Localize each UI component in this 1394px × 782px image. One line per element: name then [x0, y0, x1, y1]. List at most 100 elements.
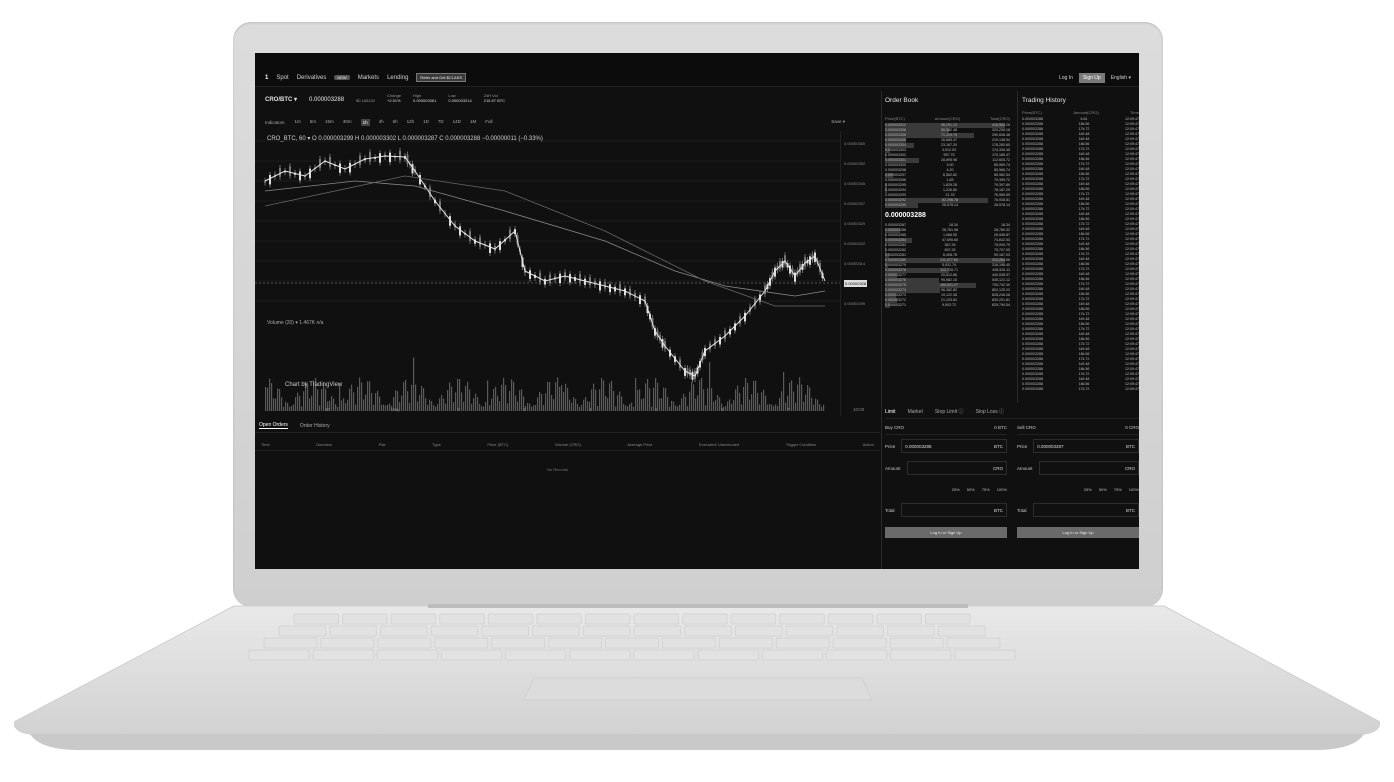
buy-pct-25[interactable]: 25%: [952, 487, 960, 492]
volume-bar: [753, 380, 755, 411]
candle: [309, 168, 311, 179]
keyboard-key: [377, 637, 432, 649]
volume-bar: [411, 384, 413, 411]
tab-order-history[interactable]: Order History: [300, 423, 330, 429]
price-chart[interactable]: Volume (20) ▾ 1.467K n/a Chart by Trading…: [255, 131, 880, 416]
tab-market[interactable]: Market: [908, 409, 923, 415]
sell-pct-25[interactable]: 25%: [1084, 487, 1092, 492]
buy-pct-75[interactable]: 75%: [982, 487, 990, 492]
ob-col-price: Price(BTC): [885, 116, 905, 121]
buy-amount-input[interactable]: CRO: [906, 461, 1007, 475]
volume-bar: [615, 406, 617, 411]
orders-table-header: Time Direction Pair Type Price (BTC) Volume (…: [255, 439, 880, 451]
interval-7D[interactable]: 7D: [438, 119, 444, 126]
candle: [544, 278, 546, 285]
volume-bar: [733, 400, 735, 411]
buy-pct-100[interactable]: 100%: [997, 487, 1007, 492]
order-book-row[interactable]: 0.000003290 26,578.14 26,578.14: [885, 203, 1010, 208]
promo-button[interactable]: Refer and Get $CLASS: [416, 73, 466, 82]
trade-type-tabs: Limit Market Stop Limit ⓘ Stop Loss ⓘ: [885, 405, 1139, 419]
volume-bar: [703, 389, 705, 411]
logo[interactable]: 1: [265, 75, 268, 81]
history-cell: 12:09:47: [1124, 387, 1139, 391]
volume-bar: [467, 381, 469, 411]
volume-bar: [715, 400, 717, 411]
interval-1h[interactable]: 1h: [360, 118, 370, 126]
interval-30m[interactable]: 30m: [343, 119, 352, 126]
nav-lending[interactable]: Lending: [387, 75, 408, 81]
volume-bar: [271, 383, 273, 411]
interval-12h[interactable]: 12h: [407, 119, 415, 126]
interval-5m[interactable]: 5m: [310, 119, 316, 126]
buy-total-input[interactable]: BTC: [900, 503, 1007, 517]
volume-bar: [609, 383, 611, 411]
volume-bar: [297, 392, 299, 411]
candle: [804, 257, 806, 267]
ob-cell: 0.000003271: [885, 303, 906, 307]
volume-bar: [499, 401, 501, 411]
buy-login-button[interactable]: Log In or Sign Up: [885, 527, 1007, 538]
buy-price-input[interactable]: 0.000003288 BTC: [901, 439, 1007, 453]
interval-4h[interactable]: 4h: [379, 119, 384, 126]
keyboard-key: [532, 625, 580, 637]
order-book-row[interactable]: 0.000003271 9,503.72 829,794.54: [885, 303, 1010, 308]
price-tick: 0.00000360: [844, 141, 866, 146]
sell-pct-50[interactable]: 50%: [1099, 487, 1107, 492]
volume-bar: [427, 404, 429, 411]
volume-bar: [409, 402, 411, 411]
nav-derivatives[interactable]: Derivatives: [297, 75, 327, 81]
interval-15m[interactable]: 15m: [325, 119, 334, 126]
pair-select[interactable]: CRO/BTC ▾: [265, 96, 297, 103]
volume-bar: [743, 386, 745, 411]
interval-1m[interactable]: 1m: [295, 119, 301, 126]
volume-bar: [709, 362, 711, 411]
volume-bar: [603, 380, 605, 411]
nav-spot[interactable]: Spot: [276, 75, 288, 81]
interval-Full[interactable]: Full: [485, 119, 492, 126]
candle: [569, 274, 571, 283]
sell-amount-input[interactable]: CRO: [1038, 461, 1139, 475]
order-book-last-price: 0.000003288: [885, 212, 926, 219]
indicators-button[interactable]: Indicators: [265, 120, 285, 125]
volume-bar: [669, 406, 671, 411]
tab-open-orders[interactable]: Open Orders: [259, 422, 288, 429]
volume-bar: [607, 397, 609, 411]
keyboard-key: [633, 625, 682, 637]
volume-bar: [349, 388, 351, 411]
volume-bar: [643, 398, 645, 411]
candle: [784, 255, 786, 265]
volume-bar: [485, 402, 487, 411]
interval-14D[interactable]: 14D: [453, 119, 461, 126]
interval-6h[interactable]: 6h: [393, 119, 398, 126]
sell-price-input[interactable]: 0.000003287 BTC: [1033, 439, 1139, 453]
volume-bar: [677, 406, 679, 411]
tab-stop-limit[interactable]: Stop Limit ⓘ: [935, 408, 964, 415]
language-select[interactable]: English ▾: [1111, 75, 1131, 81]
interval-1M[interactable]: 1M: [470, 119, 476, 126]
interval-1D[interactable]: 1D: [423, 119, 429, 126]
tab-limit[interactable]: Limit: [885, 409, 896, 415]
tab-stop-loss[interactable]: Stop Loss ⓘ: [975, 408, 1004, 415]
save-button[interactable]: Save ▾: [831, 119, 845, 125]
volume-bar: [387, 404, 389, 411]
signup-button[interactable]: Sign Up: [1078, 73, 1105, 83]
keyboard-key: [263, 637, 318, 649]
login-link[interactable]: Log In: [1059, 75, 1073, 81]
sell-login-button[interactable]: Log In or Sign Up: [1017, 527, 1139, 538]
keyboard-key: [390, 613, 437, 625]
buy-pct-50[interactable]: 50%: [967, 487, 975, 492]
ticker-bar: CRO/BTC ▾ 0.000003288 $0.165132 Change +2…: [265, 93, 505, 103]
volume-bar: [551, 394, 553, 411]
chart-canvas[interactable]: Volume (20) ▾ 1.467K n/a Chart by Trading…: [255, 131, 880, 416]
sell-total-input[interactable]: BTC: [1032, 503, 1139, 517]
keyboard-key: [536, 613, 582, 625]
nav-markets[interactable]: Markets: [358, 75, 379, 81]
volume-bar: [317, 389, 319, 411]
volume-bar: [463, 401, 465, 411]
buy-balance: 0 BTC: [994, 425, 1007, 430]
volume-bar: [801, 384, 803, 411]
volume-bar: [639, 389, 641, 411]
sell-pct-75[interactable]: 75%: [1114, 487, 1122, 492]
buy-header: Buy CRO 0 BTC: [885, 425, 1007, 435]
sell-pct-100[interactable]: 100%: [1129, 487, 1139, 492]
